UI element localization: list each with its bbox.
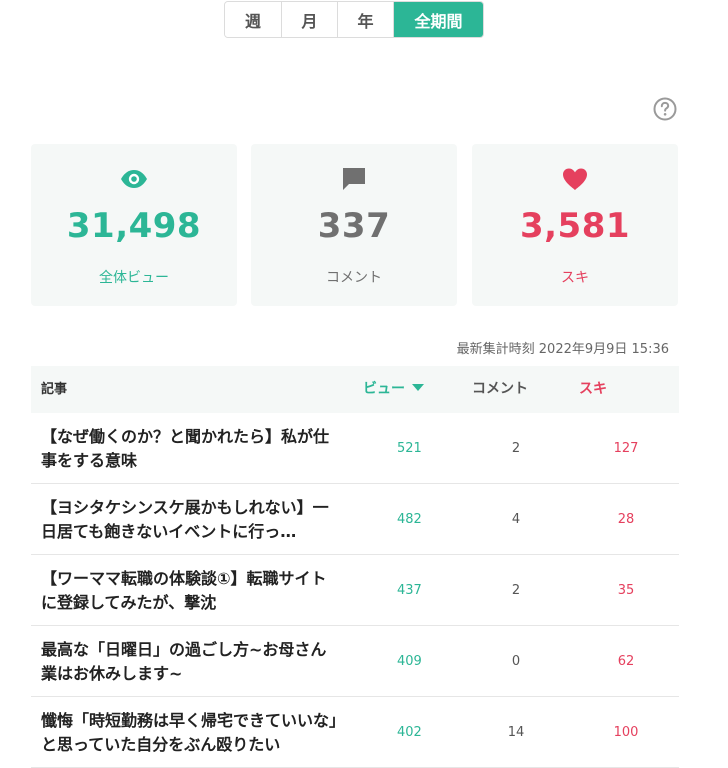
article-title-link[interactable]: 最高な「日曜日」の過ごし方~お母さん業はお休みします~	[41, 638, 341, 686]
comment-icon	[343, 168, 365, 190]
row-likes: 127	[613, 441, 639, 456]
comments-total: 337	[317, 206, 391, 246]
likes-label: スキ	[561, 270, 589, 286]
article-title-link[interactable]: 懺悔「時短勤務は早く帰宅できていいな」と思っていた自分をぶん殴りたい	[41, 709, 341, 757]
row-comments: 0	[511, 654, 521, 669]
tab-year[interactable]: 年	[338, 2, 394, 37]
article-title-link[interactable]: 【なぜ働くのか？と聞かれたら】私が仕事をする意味	[41, 425, 341, 473]
comments-label: コメント	[326, 270, 382, 286]
table-row: 【ヨシタケシンスケ展かもしれない】一日居ても飽きないイベントに行っ… 482 4…	[31, 484, 679, 555]
period-tabs: 週 月 年 全期間	[224, 1, 484, 38]
heart-icon	[563, 168, 587, 190]
article-list: 【なぜ働くのか？と聞かれたら】私が仕事をする意味 521 2 127 【ヨシタケ…	[31, 413, 679, 768]
row-likes: 35	[617, 583, 635, 598]
row-views: 402	[397, 725, 422, 740]
article-title-link[interactable]: 【ヨシタケシンスケ展かもしれない】一日居ても飽きないイベントに行っ…	[41, 496, 341, 544]
last-updated: 最新集計時刻 2022年9月9日 15:36	[456, 342, 669, 357]
column-views-sort[interactable]: ビュー	[363, 366, 424, 413]
column-likes-sort[interactable]: スキ	[579, 366, 607, 413]
views-total: 31,498	[66, 206, 202, 246]
tab-month[interactable]: 月	[282, 2, 338, 37]
row-views: 521	[397, 441, 422, 456]
row-comments: 2	[511, 583, 521, 598]
row-views: 482	[397, 512, 422, 527]
likes-total: 3,581	[519, 206, 631, 246]
table-row: 【なぜ働くのか？と聞かれたら】私が仕事をする意味 521 2 127	[31, 413, 679, 484]
row-comments: 14	[507, 725, 525, 740]
row-likes: 28	[617, 512, 635, 527]
likes-card: 3,581 スキ	[472, 144, 678, 306]
table-row: 【ワーママ転職の体験談①】転職サイトに登録してみたが、撃沈 437 2 35	[31, 555, 679, 626]
column-views-label: ビュー	[363, 381, 405, 397]
row-comments: 2	[511, 441, 521, 456]
sort-down-icon	[412, 384, 424, 391]
help-icon[interactable]	[653, 97, 677, 121]
tab-all-time[interactable]: 全期間	[394, 2, 483, 37]
table-header: 記事 ビュー コメント スキ	[31, 366, 679, 413]
eye-icon	[121, 170, 147, 188]
row-views: 437	[397, 583, 422, 598]
views-label: 全体ビュー	[99, 270, 169, 286]
column-article: 記事	[41, 382, 68, 397]
row-likes: 62	[617, 654, 635, 669]
views-card: 31,498 全体ビュー	[31, 144, 237, 306]
comments-card: 337 コメント	[251, 144, 457, 306]
row-likes: 100	[613, 725, 639, 740]
article-title-link[interactable]: 【ワーママ転職の体験談①】転職サイトに登録してみたが、撃沈	[41, 567, 341, 615]
column-comments-sort[interactable]: コメント	[472, 366, 528, 413]
row-comments: 4	[511, 512, 521, 527]
table-row: 懺悔「時短勤務は早く帰宅できていいな」と思っていた自分をぶん殴りたい 402 1…	[31, 697, 679, 768]
tab-week[interactable]: 週	[225, 2, 282, 37]
table-row: 最高な「日曜日」の過ごし方~お母さん業はお休みします~ 409 0 62	[31, 626, 679, 697]
row-views: 409	[397, 654, 422, 669]
